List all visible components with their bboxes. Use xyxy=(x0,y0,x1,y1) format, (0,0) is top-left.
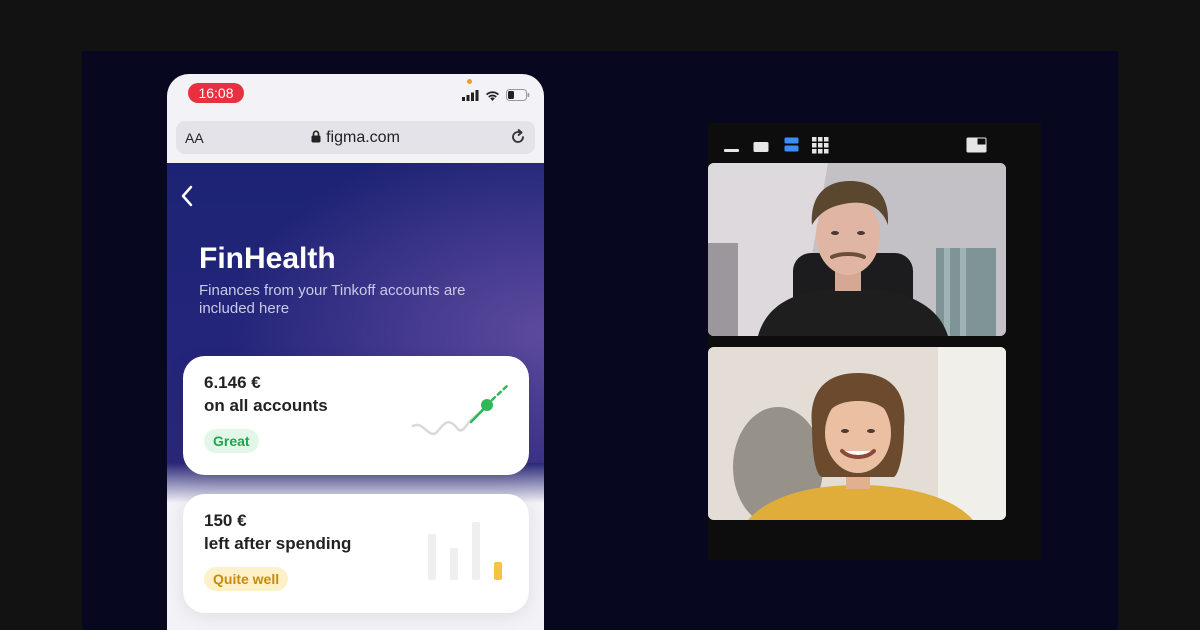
card-amount: 150 € xyxy=(204,511,247,530)
battery-icon xyxy=(506,89,530,101)
trend-sparkline-icon xyxy=(411,384,509,436)
status-time: 16:08 xyxy=(188,83,244,103)
video-call-panel xyxy=(708,123,1041,560)
participant-woman xyxy=(708,347,1006,520)
bar xyxy=(472,522,480,580)
participant-video-tile[interactable] xyxy=(708,347,1006,520)
lock-icon xyxy=(311,130,321,143)
minimize-icon[interactable] xyxy=(724,137,740,153)
card-amount: 6.146 € xyxy=(204,373,261,392)
grid-view-icon[interactable] xyxy=(812,137,830,155)
video-layout-toolbar xyxy=(708,123,1041,163)
back-chevron-icon[interactable] xyxy=(177,181,199,211)
status-badge: Great xyxy=(204,429,259,453)
participant-video-tile[interactable] xyxy=(708,163,1006,336)
page-subtitle: Finances from your Tinkoff accounts are … xyxy=(199,282,466,317)
status-bar: 16:08 xyxy=(167,74,544,118)
picture-in-picture-icon[interactable] xyxy=(966,137,988,154)
accounts-card[interactable]: 6.146 € on all accounts Great xyxy=(183,356,529,475)
url-display[interactable]: figma.com xyxy=(176,129,535,147)
status-icons xyxy=(462,89,530,101)
spending-card[interactable]: 150 € left after spending Quite well xyxy=(183,494,529,613)
participant-man xyxy=(708,163,1006,336)
reload-icon[interactable] xyxy=(509,128,527,146)
bar xyxy=(450,548,458,580)
canvas-background: 16:08 AA figma.com FinHealth Finances fr… xyxy=(82,51,1118,630)
address-bar[interactable]: AA figma.com xyxy=(176,121,535,154)
single-view-icon[interactable] xyxy=(753,137,770,153)
card-description: on all accounts xyxy=(204,396,328,415)
status-badge: Quite well xyxy=(204,567,289,591)
card-description: left after spending xyxy=(204,534,352,553)
stacked-view-icon[interactable] xyxy=(784,137,800,153)
privacy-indicator-dot xyxy=(467,79,472,84)
bar xyxy=(428,534,436,580)
phone-screen: 16:08 AA figma.com FinHealth Finances fr… xyxy=(167,74,544,630)
page-title: FinHealth xyxy=(199,242,336,275)
signal-icon xyxy=(462,89,479,101)
bar-chart-icon xyxy=(428,522,502,580)
wifi-icon xyxy=(486,90,499,101)
url-text: figma.com xyxy=(326,129,400,146)
bar xyxy=(494,562,502,580)
